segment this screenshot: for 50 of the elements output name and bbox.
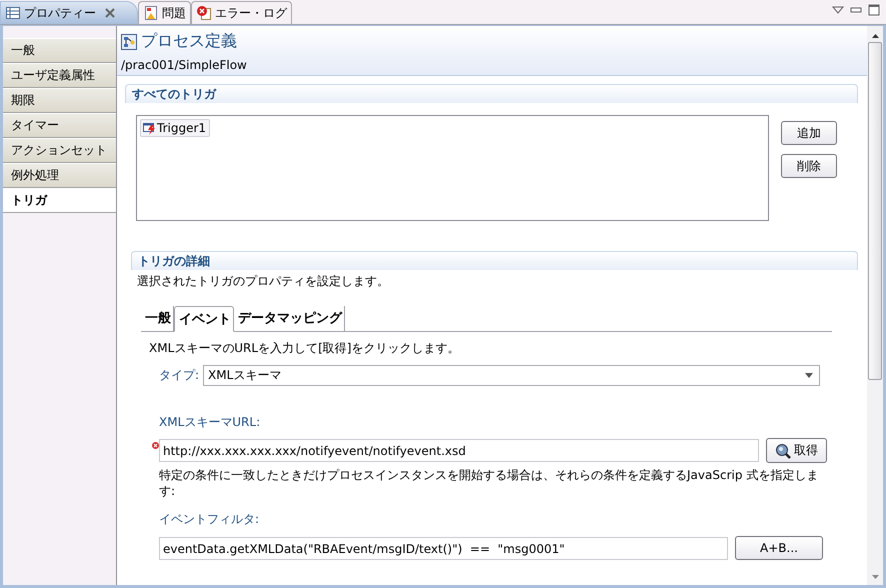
instruction-text: XMLスキーマのURLを入力して[取得]をクリックします。 [149,340,460,357]
close-icon[interactable] [105,8,115,18]
view-tab[interactable]: エラー・ログ [191,1,292,24]
filter-field[interactable]: eventData.getXMLData("RBAEvent/msgID/text()") == "msg0001" [159,536,728,560]
path-label: /prac001/SimpleFlow [121,58,248,72]
dropdown-value: XMLスキーマ [208,367,282,384]
sidebar-item[interactable]: 期限 [3,88,116,113]
dropdown-arrow-icon [805,373,814,378]
scroll-thumb[interactable] [868,42,882,380]
minimize-icon[interactable] [850,7,862,13]
sidebar-item[interactable]: 例外処理 [3,163,116,188]
expression-button[interactable]: A+B... [735,536,823,560]
view-menu-icon[interactable] [832,6,844,14]
magnifier-icon [775,442,791,458]
action-button[interactable]: 削除 [781,154,837,178]
scroll-up-icon [872,34,878,38]
fetch-button[interactable]: 取得 [766,438,827,463]
tab-label[interactable]: 問題 [162,4,186,22]
trigger-item[interactable]: Trigger1 [140,119,210,137]
page-title: プロセス定義 [141,31,237,52]
flow-icon [121,34,137,50]
scrollbar[interactable] [867,26,883,585]
url-field[interactable]: http://xxx.xxx.xxx.xxx/notifyevent/notifyevent.xsd [159,439,759,462]
view-tab[interactable]: 問題 [138,1,191,24]
tab[interactable]: イベント [174,306,234,332]
document-warning-icon [143,5,159,21]
sidebar-item[interactable]: アクションセット [3,138,116,163]
trigger-icon [143,122,156,134]
maximize-icon[interactable] [868,4,880,16]
url-label: XMLスキーマURL: [159,414,262,431]
filter-note-text: 特定の条件に一致したときだけプロセスインスタンスを開始する場合は、それらの条件を定義するJavaScrip 式を指定します: [159,467,820,499]
table-icon [5,5,21,21]
description-text: 選択されたトリガのプロパティを設定します。 [137,273,390,290]
section-header: トリガの詳細 [131,251,858,270]
tab[interactable]: データマッピング [234,306,345,331]
sidebar-item[interactable]: タイマー [3,113,116,138]
error-log-icon [196,5,212,21]
scroll-down-icon [872,575,878,579]
tab-label[interactable]: エラー・ログ [215,4,287,22]
trigger-label[interactable]: Trigger1 [157,121,206,135]
filter-label: イベントフィルタ: [159,511,260,528]
sidebar-item[interactable]: トリガ [3,188,116,213]
section-header: すべてのトリガ [125,84,858,103]
view-tab[interactable]: プロパティー [0,1,138,24]
action-button[interactable]: 追加 [781,121,837,145]
type-label: タイプ: [159,367,200,384]
sidebar-item[interactable]: ユーザ定義属性 [3,63,116,88]
tab-label[interactable]: プロパティー [24,4,96,22]
type-dropdown[interactable]: XMLスキーマ [203,365,820,386]
sidebar-item[interactable]: 一般 [3,38,116,63]
